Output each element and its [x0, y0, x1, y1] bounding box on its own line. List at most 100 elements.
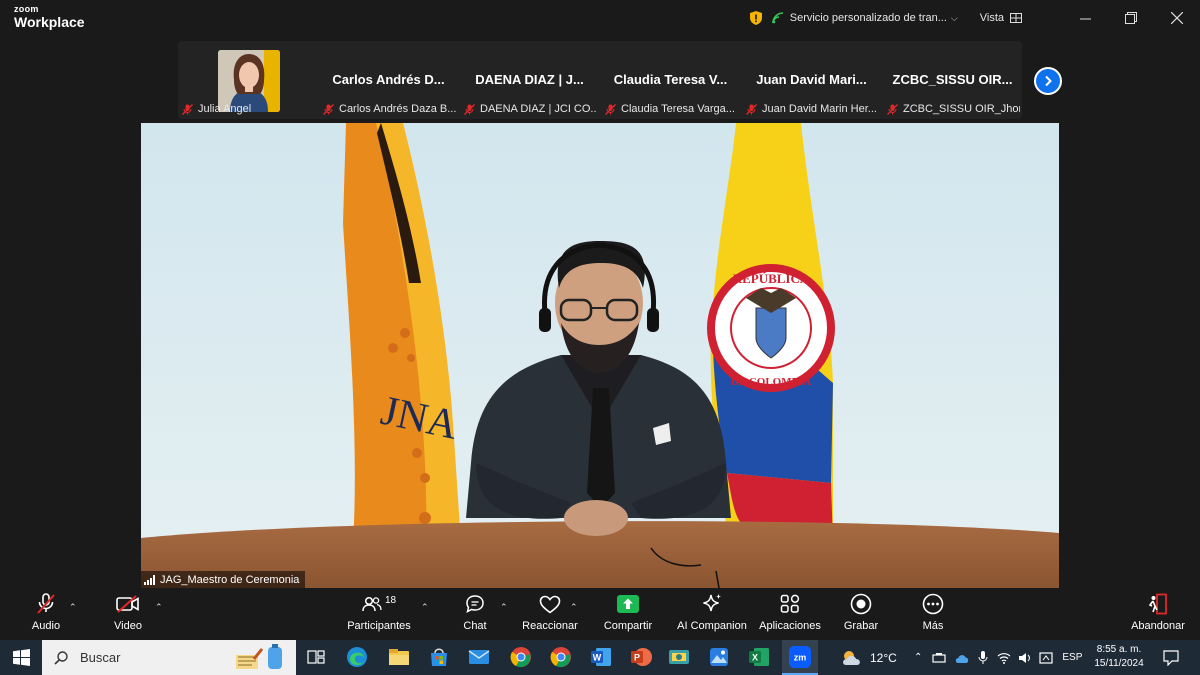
seal-text-bottom: DE COLOMBIA [731, 376, 811, 388]
windows-logo-icon [12, 649, 30, 666]
apps-label: Aplicaciones [759, 620, 821, 632]
participants-label: Participantes [347, 620, 411, 632]
volume-icon[interactable] [1018, 652, 1032, 664]
connection-icon [771, 12, 783, 24]
close-button[interactable] [1154, 0, 1200, 36]
close-icon [1171, 12, 1183, 24]
participant-name-label: Juan David Marin Her... [746, 101, 879, 117]
task-view-icon[interactable] [306, 646, 326, 668]
excel-icon[interactable]: X [748, 646, 770, 668]
weather-widget[interactable]: 12°C [840, 640, 897, 675]
start-button[interactable] [0, 640, 42, 675]
participant-tile[interactable]: DAENA DIAZ | J... DAENA DIAZ | JCI CO... [460, 41, 599, 119]
powerpoint-icon[interactable]: P [630, 646, 652, 668]
muted-mic-icon [746, 103, 757, 115]
taskbar-clock[interactable]: 8:55 a. m. 15/11/2024 [1093, 643, 1145, 671]
signal-bars-icon [144, 574, 155, 585]
view-grid-icon[interactable] [1010, 13, 1022, 23]
logo-workplace: Workplace [14, 14, 85, 30]
muted-mic-icon [182, 103, 193, 115]
participants-button[interactable]: 18 Participantes [344, 588, 414, 640]
leave-label: Abandonar [1131, 620, 1185, 632]
battery-display-icon[interactable] [1039, 651, 1053, 664]
leave-button[interactable]: Abandonar [1128, 588, 1188, 640]
wifi-icon[interactable] [997, 652, 1011, 664]
mail-icon[interactable] [468, 646, 490, 668]
microphone-in-use-icon[interactable] [978, 650, 988, 665]
participant-display-name: Claudia Teresa V... [613, 72, 728, 87]
participant-display-name: DAENA DIAZ | J... [475, 72, 584, 87]
system-tray: ⌃ ESP [914, 640, 1082, 675]
participant-tile[interactable]: Carlos Andrés D... Carlos Andrés Daza B.… [319, 41, 458, 119]
chevron-down-icon[interactable]: ⌵ [951, 13, 958, 24]
search-highlight-illustration-icon [236, 643, 282, 669]
participant-tile[interactable]: Juan David Mari... Juan David Marin Her.… [742, 41, 881, 119]
video-button[interactable]: Video [108, 588, 148, 640]
restore-button[interactable] [1108, 0, 1154, 36]
participant-tile[interactable]: Claudia Teresa V... Claudia Teresa Varga… [601, 41, 740, 119]
record-label: Grabar [843, 620, 879, 632]
muted-mic-icon [323, 103, 334, 115]
video-options-caret-icon[interactable]: ⌃ [155, 602, 163, 613]
zoom-taskbar-button[interactable]: zm [782, 640, 818, 675]
share-button[interactable]: Compartir [600, 588, 656, 640]
react-label: Reaccionar [522, 620, 578, 632]
chevron-right-icon [1045, 75, 1052, 87]
muted-mic-icon [464, 103, 475, 115]
clock-date: 15/11/2024 [1094, 658, 1144, 669]
participants-count: 18 [384, 594, 397, 606]
chrome-icon[interactable] [550, 646, 572, 668]
audio-options-caret-icon[interactable]: ⌃ [69, 602, 77, 613]
file-explorer-icon[interactable] [388, 646, 410, 668]
restore-icon [1125, 12, 1137, 24]
ai-companion-button[interactable]: AI Companion [676, 588, 748, 640]
tray-overflow-chevron-icon[interactable]: ⌃ [914, 652, 922, 663]
participant-tile[interactable]: ZCBC_SISSU OIR... ZCBC_SISSU OIR_Jhon... [883, 41, 1022, 119]
search-icon [54, 650, 68, 665]
photos-icon[interactable] [708, 646, 730, 668]
audio-button[interactable]: Audio [26, 588, 66, 640]
apps-button[interactable]: Aplicaciones [758, 588, 822, 640]
participant-name-label: DAENA DIAZ | JCI CO... [464, 101, 597, 117]
participant-display-name: Carlos Andrés D... [332, 72, 445, 87]
chat-options-caret-icon[interactable]: ⌃ [500, 602, 508, 613]
ai-sparkle-icon [703, 594, 721, 612]
onedrive-cloud-icon[interactable] [954, 652, 970, 664]
participants-options-caret-icon[interactable]: ⌃ [421, 602, 429, 613]
notifications-icon[interactable] [1163, 650, 1179, 666]
speaker-video-frame: JNA REPÚBLICA DE COLOMBIA [141, 123, 1059, 588]
active-speaker-video[interactable]: JNA REPÚBLICA DE COLOMBIA [141, 123, 1059, 588]
heart-icon [539, 595, 561, 614]
react-button[interactable]: Reaccionar [522, 588, 578, 640]
service-menu-label[interactable]: Servicio personalizado de tran... [790, 12, 947, 24]
svg-text:W: W [593, 653, 602, 663]
chrome-profile-icon[interactable] [510, 646, 532, 668]
chat-icon [466, 595, 484, 613]
media-app-icon[interactable] [668, 646, 690, 668]
word-icon[interactable]: W [590, 646, 612, 668]
record-button[interactable]: Grabar [842, 588, 880, 640]
view-menu-label[interactable]: Vista [980, 12, 1004, 24]
weather-temperature: 12°C [870, 650, 897, 665]
ai-companion-label: AI Companion [677, 620, 747, 632]
encryption-shield-icon[interactable] [749, 11, 762, 25]
edge-browser-icon[interactable] [346, 646, 368, 668]
more-button[interactable]: Más [916, 588, 950, 640]
input-language[interactable]: ESP [1062, 652, 1082, 663]
chat-button[interactable]: Chat [458, 588, 492, 640]
participant-name-label: ZCBC_SISSU OIR_Jhon... [887, 101, 1020, 117]
participant-tile[interactable]: Julia Angel [178, 41, 317, 119]
minimize-button[interactable] [1062, 0, 1108, 36]
weather-cloud-icon [843, 650, 860, 665]
more-label: Más [922, 620, 944, 632]
zoom-app-icon: zm [789, 645, 811, 668]
svg-text:P: P [634, 653, 640, 663]
video-off-icon [116, 595, 139, 613]
taskbar-search-box[interactable]: Buscar [42, 640, 296, 675]
speaker-name-label: JAG_Maestro de Ceremonia [141, 571, 306, 588]
react-options-caret-icon[interactable]: ⌃ [570, 602, 578, 613]
microsoft-store-icon[interactable] [428, 646, 450, 668]
network-adapter-icon[interactable] [932, 652, 946, 664]
next-participants-button[interactable] [1034, 67, 1062, 95]
participant-name-label: Claudia Teresa Varga... [605, 101, 738, 117]
